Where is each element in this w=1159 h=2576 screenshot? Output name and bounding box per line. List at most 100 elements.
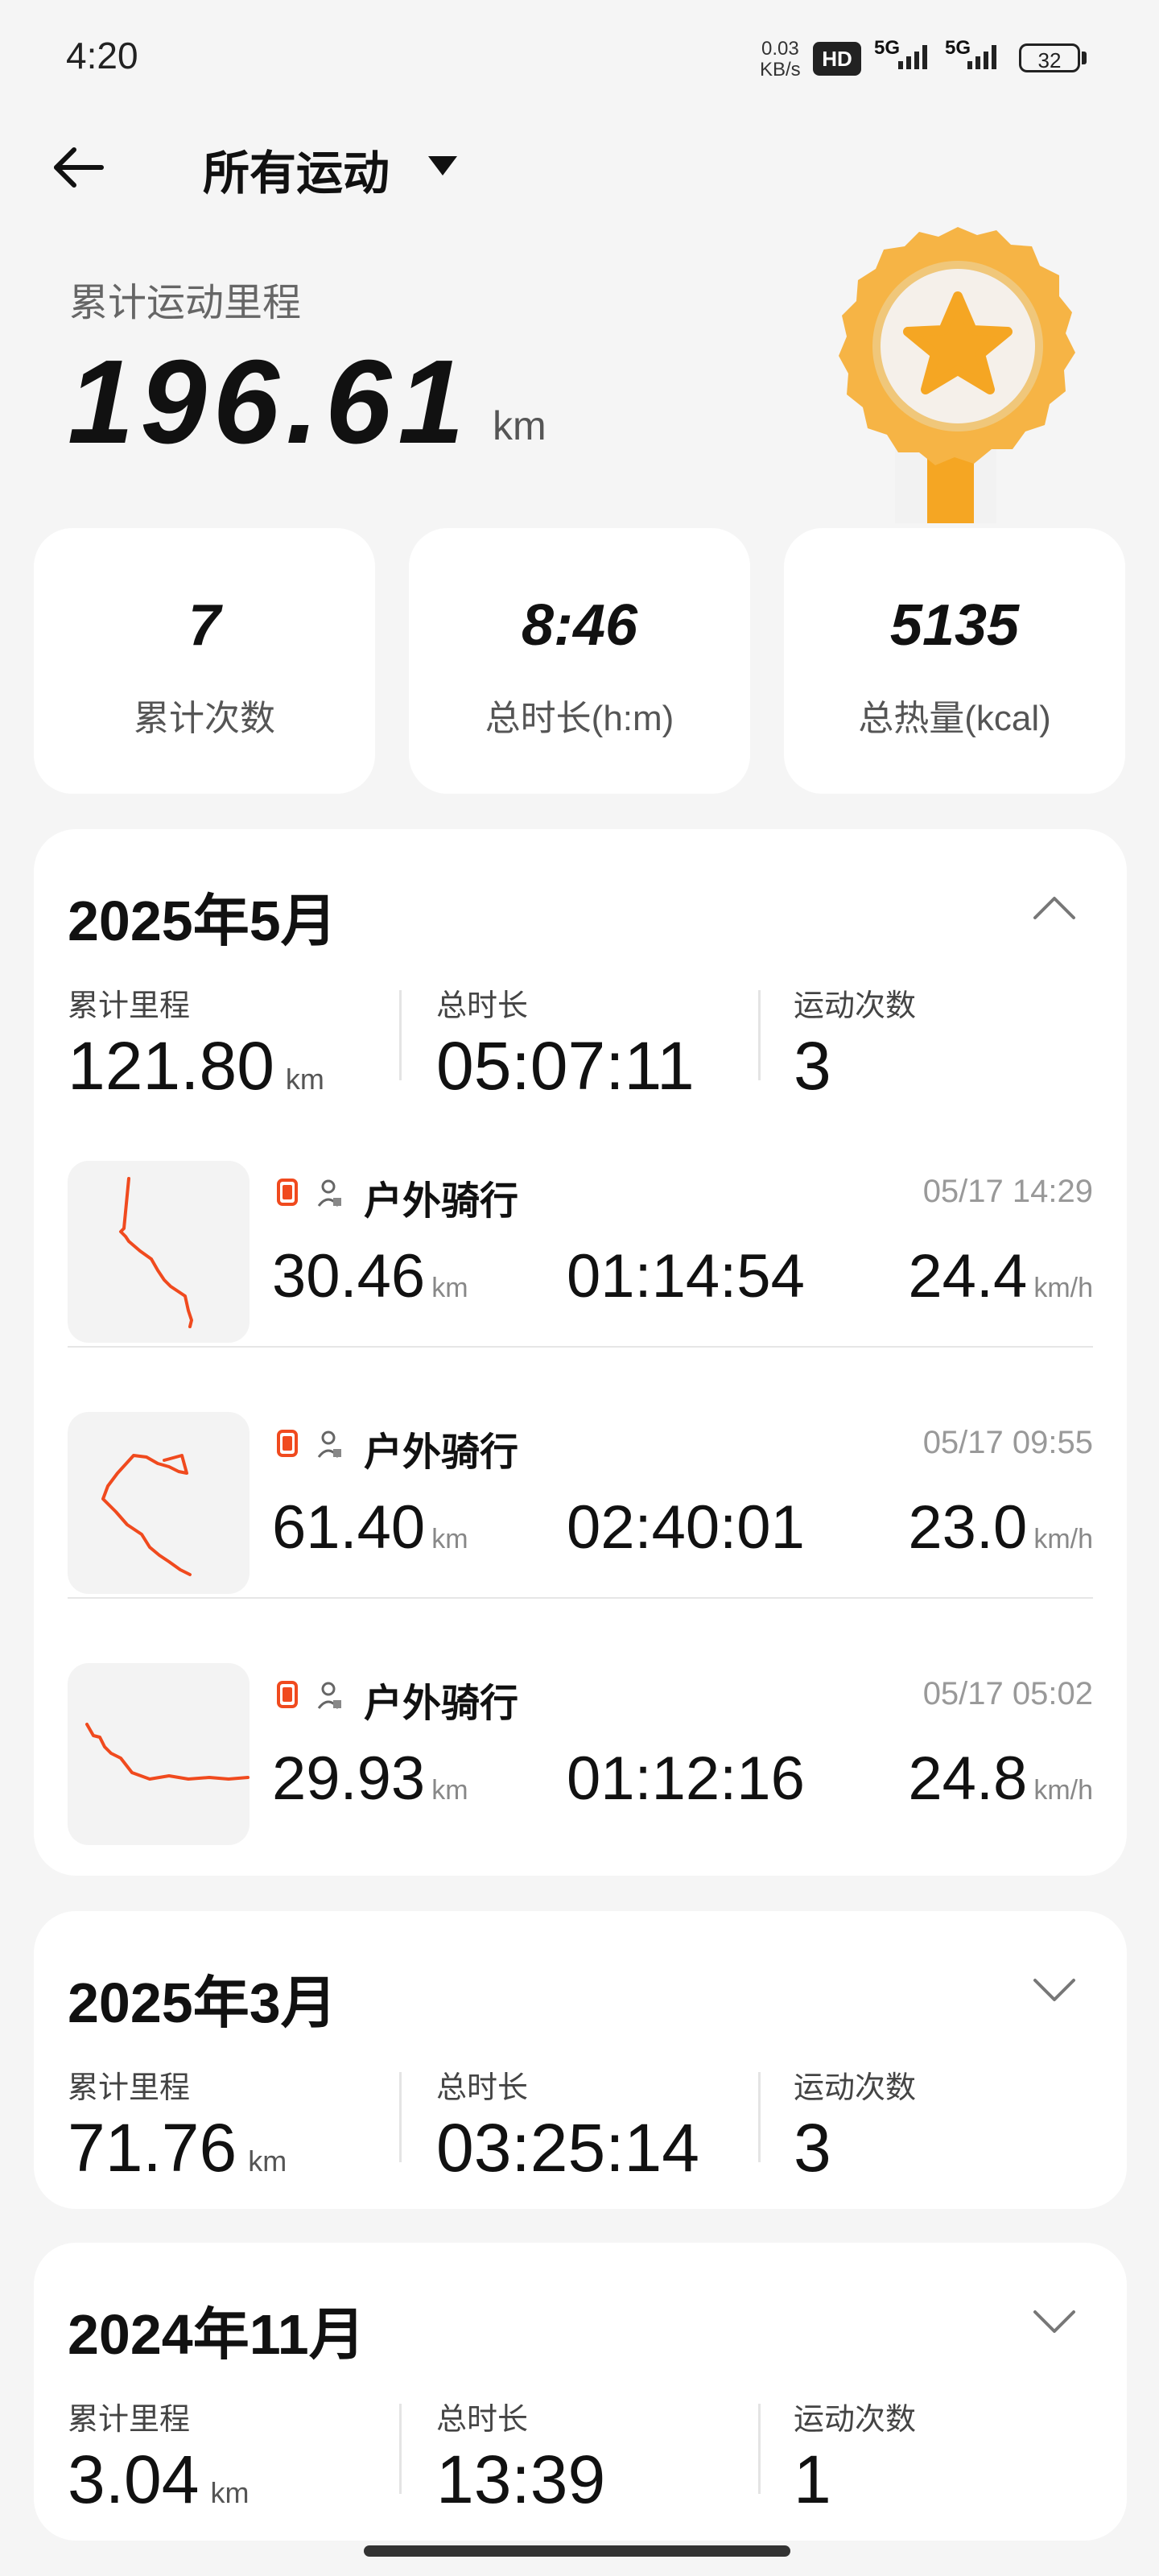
activity-distance-unit: km [431, 1775, 468, 1806]
month-distance-label: 累计里程 [68, 2403, 191, 2437]
month-duration-value: 13:39 [436, 2442, 606, 2517]
divider [399, 990, 402, 1080]
person-icon [317, 1430, 341, 1458]
divider [758, 2072, 761, 2162]
activity-datetime: 05/17 14:29 [922, 1174, 1093, 1209]
total-distance-value: 196.61 [68, 336, 471, 469]
month-duration-label: 总时长 [436, 2403, 529, 2437]
month-duration-value: 05:07:11 [436, 1028, 695, 1104]
activity-speed-value: 23.0 [908, 1493, 1028, 1562]
network-speed-value: 0.03 [761, 38, 799, 60]
activity-distance: 30.46 km [272, 1241, 468, 1311]
activity-name: 户外骑行 [364, 1682, 519, 1725]
month-distance-unit: km [210, 2476, 250, 2509]
route-map-thumbnail [68, 1161, 250, 1343]
divider [68, 1346, 1093, 1348]
activity-datetime: 05/17 05:02 [922, 1676, 1093, 1711]
activity-icons [272, 1170, 353, 1220]
month-count-value: 1 [794, 2442, 831, 2517]
activity-duration: 02:40:01 [567, 1493, 805, 1562]
month-distance-number: 121.80 [68, 1028, 274, 1104]
activity-item[interactable]: 户外骑行 05/17 14:29 30.46 km 01:14:54 24.4 km… [34, 1138, 1127, 1348]
stat-label: 总热量(kcal) [858, 699, 1051, 738]
back-button[interactable] [50, 138, 108, 196]
divider [68, 1597, 1093, 1599]
home-indicator[interactable] [364, 2545, 790, 2557]
stat-label: 总时长(h:m) [485, 699, 674, 738]
activity-item[interactable]: 户外骑行 05/17 05:02 29.93 km 01:12:16 24.8 km… [34, 1641, 1127, 1850]
month-card-2025-03[interactable]: 2025年3月 累计里程 71.76 km 总时长 03:25:14 运动次数 3 [34, 1911, 1127, 2209]
activity-name: 户外骑行 [364, 1431, 519, 1474]
stat-card-count: 7 累计次数 [34, 528, 375, 794]
network-speed-unit: KB/s [760, 59, 801, 80]
month-title: 2025年5月 [68, 890, 337, 952]
activity-speed-unit: km/h [1033, 1524, 1093, 1554]
divider [758, 2404, 761, 2494]
month-distance-value: 121.80 km [68, 1027, 324, 1105]
total-distance-unit: km [493, 403, 547, 448]
route-map-thumbnail [68, 1663, 250, 1845]
stat-value: 5135 [889, 593, 1020, 658]
activity-datetime: 05/17 09:55 [922, 1425, 1093, 1460]
month-duration-label: 总时长 [436, 989, 529, 1023]
total-distance-label: 累计运动里程 [69, 282, 302, 324]
activity-icons [272, 1673, 353, 1722]
month-count-value: 3 [794, 1028, 831, 1104]
watch-icon [277, 1681, 298, 1708]
medal-icon [813, 225, 1103, 531]
month-count-value: 3 [794, 2110, 831, 2186]
month-card-2024-11[interactable]: 2024年11月 累计里程 3.04 km 总时长 13:39 运动次数 1 [34, 2243, 1127, 2541]
activity-distance-unit: km [431, 1273, 468, 1303]
month-count-label: 运动次数 [794, 2403, 917, 2437]
chevron-down-icon[interactable] [1032, 2307, 1077, 2336]
month-count-label: 运动次数 [794, 989, 917, 1023]
watch-icon [277, 1430, 298, 1457]
month-distance-value: 71.76 km [68, 2109, 287, 2187]
activity-speed-value: 24.4 [908, 1242, 1028, 1311]
stat-value: 7 [188, 593, 221, 658]
activity-name: 户外骑行 [364, 1180, 519, 1223]
battery-tip [1082, 52, 1087, 64]
activity-speed-unit: km/h [1033, 1775, 1093, 1806]
activity-distance: 61.40 km [272, 1492, 468, 1563]
activity-distance-value: 30.46 [272, 1242, 426, 1311]
activity-duration: 01:12:16 [567, 1744, 805, 1813]
activity-speed-unit: km/h [1033, 1273, 1093, 1303]
person-icon [317, 1682, 341, 1709]
activity-speed: 24.8 km/h [908, 1744, 1093, 1814]
activity-speed: 23.0 km/h [908, 1492, 1093, 1563]
month-title: 2025年3月 [68, 1971, 337, 2034]
month-card-2025-05: 2025年5月 累计里程 121.80 km 总时长 05:07:11 运动次数 … [34, 829, 1127, 1876]
month-distance-unit: km [285, 1063, 324, 1096]
person-icon [317, 1179, 341, 1207]
activity-icons [272, 1422, 353, 1471]
month-distance-unit: km [248, 2145, 287, 2178]
month-distance-label: 累计里程 [68, 989, 191, 1023]
sport-type-selector[interactable]: 所有运动 [203, 135, 390, 203]
battery-icon: 32 [1019, 43, 1080, 72]
month-title: 2024年11月 [68, 2303, 365, 2366]
month-duration-value: 03:25:14 [436, 2110, 699, 2186]
stat-card-duration: 8:46 总时长(h:m) [409, 528, 750, 794]
divider [399, 2072, 402, 2162]
network-speed: 0.03 KB/s [760, 39, 801, 80]
month-distance-number: 71.76 [68, 2110, 237, 2186]
month-count-label: 运动次数 [794, 2071, 917, 2105]
caret-down-icon[interactable] [425, 151, 460, 180]
chevron-up-icon[interactable] [1032, 894, 1077, 923]
activity-distance-unit: km [431, 1524, 468, 1554]
hd-badge: HD [813, 42, 861, 76]
divider [758, 990, 761, 1080]
activity-duration: 01:14:54 [567, 1242, 805, 1311]
status-time: 4:20 [66, 35, 138, 76]
route-map-thumbnail [68, 1412, 250, 1594]
activity-distance: 29.93 km [272, 1744, 468, 1814]
activity-distance-value: 29.93 [272, 1744, 426, 1813]
activity-item[interactable]: 户外骑行 05/17 09:55 61.40 km 02:40:01 23.0 km… [34, 1389, 1127, 1599]
battery-level: 32 [1037, 48, 1062, 72]
month-duration-label: 总时长 [436, 2071, 529, 2105]
arrow-left-icon [54, 147, 104, 188]
activity-speed-value: 24.8 [908, 1744, 1028, 1813]
stat-card-calories: 5135 总热量(kcal) [784, 528, 1125, 794]
chevron-down-icon[interactable] [1032, 1975, 1077, 2004]
